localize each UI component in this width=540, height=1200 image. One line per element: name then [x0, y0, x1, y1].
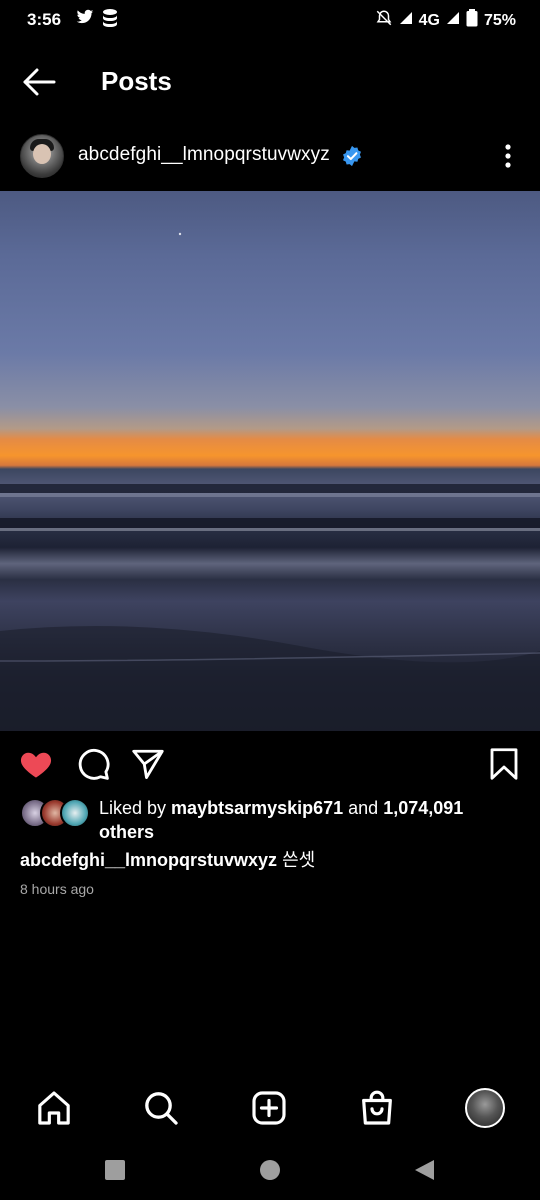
shop-icon: [362, 1090, 392, 1125]
signal-icon-2: [446, 11, 460, 30]
stack-icon: [101, 8, 119, 33]
page-title: Posts: [101, 66, 172, 96]
verified-badge-icon: [341, 145, 363, 167]
liker-avatar: [60, 798, 90, 828]
recents-button[interactable]: [104, 1159, 126, 1186]
comment-icon: [78, 749, 110, 780]
back-button[interactable]: [20, 64, 60, 100]
system-nav-bar: [0, 1145, 540, 1200]
battery-percent: 75%: [483, 11, 516, 29]
twitter-icon: [76, 8, 94, 31]
liked-by-text[interactable]: Liked by maybtsarmyskip671 and 1,074,091…: [99, 796, 519, 844]
save-button[interactable]: [486, 746, 522, 782]
liked-by-and: and: [343, 798, 384, 818]
nav-shop[interactable]: [357, 1088, 397, 1128]
triangle-back-icon: [415, 1160, 434, 1180]
send-icon: [132, 749, 164, 779]
nav-search[interactable]: [141, 1088, 181, 1128]
bookmark-icon: [490, 748, 518, 780]
like-button[interactable]: [18, 746, 54, 782]
liker-avatars[interactable]: [20, 798, 90, 828]
heart-icon: [20, 752, 52, 778]
bottom-nav: [0, 1082, 540, 1140]
author-avatar[interactable]: [20, 134, 64, 178]
author-username[interactable]: abcdefghi__lmnopqrstuvwxyz: [78, 144, 330, 166]
post-timestamp: 8 hours ago: [20, 881, 94, 897]
create-icon: [252, 1091, 286, 1125]
share-button[interactable]: [130, 746, 166, 782]
back-system-button[interactable]: [413, 1159, 435, 1186]
square-icon: [105, 1160, 125, 1180]
liked-by-count[interactable]: 1,074,091: [383, 798, 463, 818]
comment-button[interactable]: [75, 746, 111, 782]
network-label: 4G: [418, 11, 440, 29]
home-system-button[interactable]: [259, 1159, 281, 1186]
liked-by-prefix: Liked by: [99, 798, 172, 818]
status-bar: 3:56 4G 75%: [0, 0, 540, 40]
status-time: 3:56: [27, 10, 62, 29]
circle-icon: [260, 1160, 280, 1180]
search-icon: [145, 1092, 178, 1125]
signal-icon: [399, 11, 413, 30]
header: Posts: [0, 50, 540, 114]
nav-create[interactable]: [249, 1088, 289, 1128]
mute-icon: [375, 9, 393, 32]
arrow-left-icon: [23, 68, 56, 96]
liked-by-user[interactable]: maybtsarmyskip671: [171, 798, 343, 818]
caption-text: 쓴셋: [277, 850, 316, 870]
battery-icon: [466, 9, 478, 32]
post-image[interactable]: [0, 191, 540, 731]
post-actions: [0, 740, 540, 790]
post-author-row: abcdefghi__lmnopqrstuvwxyz: [0, 130, 540, 184]
nav-home[interactable]: [34, 1088, 74, 1128]
more-options-icon[interactable]: [498, 142, 518, 170]
likes-row: Liked by maybtsarmyskip671 and 1,074,091…: [0, 796, 540, 844]
post-caption: abcdefghi__lmnopqrstuvwxyz 쓴셋: [20, 846, 315, 872]
caption-username[interactable]: abcdefghi__lmnopqrstuvwxyz: [20, 850, 277, 870]
liked-by-others[interactable]: others: [99, 822, 154, 842]
home-icon: [38, 1091, 70, 1125]
profile-avatar[interactable]: [465, 1088, 505, 1128]
